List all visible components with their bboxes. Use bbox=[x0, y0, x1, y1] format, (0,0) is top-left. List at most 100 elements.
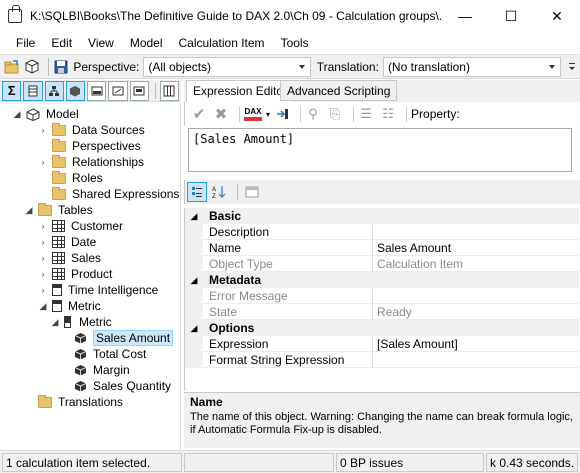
table-icon bbox=[52, 268, 65, 280]
tree-item-customer[interactable]: › Customer bbox=[38, 218, 124, 234]
maximize-button[interactable]: ☐ bbox=[488, 0, 534, 32]
collapsed-arrow-icon[interactable]: › bbox=[38, 269, 48, 279]
tree-item-sales-amount[interactable]: Sales Amount bbox=[74, 330, 174, 346]
property-format-string[interactable]: Format String Expression bbox=[185, 352, 579, 368]
chevron-down-icon[interactable]: ▾ bbox=[266, 110, 270, 119]
expanded-arrow-icon[interactable]: ◢ bbox=[50, 317, 60, 327]
minimize-button[interactable]: — bbox=[442, 0, 488, 32]
description-title: Name bbox=[190, 395, 223, 409]
menu-view[interactable]: View bbox=[80, 36, 122, 50]
tree-item-total-cost[interactable]: Total Cost bbox=[74, 346, 146, 362]
expanded-arrow-icon[interactable]: ◢ bbox=[38, 301, 48, 311]
goto-arrow-icon[interactable] bbox=[274, 106, 290, 122]
tab-label: Advanced Scripting bbox=[287, 83, 391, 98]
property-state[interactable]: State Ready bbox=[185, 304, 579, 320]
property-value[interactable]: Sales Amount bbox=[373, 240, 579, 256]
collapsed-arrow-icon[interactable]: › bbox=[38, 221, 48, 231]
close-button[interactable]: ✕ bbox=[534, 0, 580, 32]
tree-item-translations[interactable]: Translations bbox=[38, 394, 123, 410]
status-bp-issues[interactable]: 0 BP issues bbox=[336, 453, 484, 472]
perspective-dropdown[interactable]: (All objects) bbox=[143, 56, 311, 77]
category-label: Metadata bbox=[209, 273, 262, 287]
menu-tools[interactable]: Tools bbox=[273, 36, 317, 50]
save-icon[interactable] bbox=[53, 58, 69, 76]
tree-item-perspectives[interactable]: Perspectives bbox=[52, 138, 141, 154]
replace-icon[interactable]: ⎘ bbox=[327, 106, 343, 122]
show-measures-icon[interactable]: Σ bbox=[2, 80, 22, 101]
tree-item-product[interactable]: › Product bbox=[38, 266, 113, 282]
tree-item-sales[interactable]: › Sales bbox=[38, 250, 102, 266]
tree-item-shared-expressions[interactable]: Shared Expressions bbox=[52, 186, 179, 202]
dax-formatter-button[interactable]: DAX bbox=[244, 107, 262, 121]
tree-item-data-sources[interactable]: › Data Sources bbox=[38, 122, 145, 138]
expression-toolbar: ✔ ✖ DAX ▾ ⚲ ⎘ ☰ ☷ Property: bbox=[184, 102, 580, 126]
collapsed-arrow-icon[interactable]: › bbox=[38, 237, 48, 247]
property-error-message[interactable]: Error Message bbox=[185, 288, 579, 304]
tree-item-model[interactable]: ◢ Model bbox=[12, 106, 79, 122]
main-toolbar: Perspective: (All objects) Translation: … bbox=[0, 54, 580, 79]
columns-view-icon[interactable] bbox=[159, 80, 179, 101]
property-value[interactable]: [Sales Amount] bbox=[373, 336, 579, 352]
show-hidden-icon[interactable] bbox=[87, 80, 107, 101]
collapsed-arrow-icon[interactable]: › bbox=[38, 157, 48, 167]
accept-check-icon[interactable]: ✔ bbox=[191, 106, 207, 123]
menu-file[interactable]: File bbox=[8, 36, 43, 50]
property-pages-icon[interactable] bbox=[242, 182, 262, 202]
category-metadata[interactable]: ◢ Metadata bbox=[185, 272, 579, 288]
collapsed-arrow-icon[interactable]: › bbox=[38, 125, 48, 135]
expression-editor[interactable]: [Sales Amount] bbox=[188, 128, 572, 172]
property-value[interactable] bbox=[373, 352, 579, 368]
expanded-arrow-icon[interactable]: ◢ bbox=[24, 205, 34, 215]
property-value[interactable] bbox=[373, 224, 579, 240]
show-display-folders-icon[interactable] bbox=[108, 80, 128, 101]
tree-item-date[interactable]: › Date bbox=[38, 234, 97, 250]
sort-alphabetical-icon[interactable]: AZ bbox=[209, 182, 229, 202]
find-icon[interactable]: ⚲ bbox=[305, 106, 321, 122]
menu-calculation-item[interactable]: Calculation Item bbox=[171, 36, 273, 50]
collapsed-arrow-icon[interactable]: › bbox=[38, 285, 48, 295]
separator bbox=[300, 106, 302, 122]
tab-expression-editor[interactable]: Expression Editor bbox=[186, 80, 295, 102]
tab-advanced-scripting[interactable]: Advanced Scripting bbox=[280, 80, 398, 101]
tree-item-tables[interactable]: ◢ Tables bbox=[24, 202, 93, 218]
property-expression[interactable]: Expression [Sales Amount] bbox=[185, 336, 579, 352]
expanded-arrow-icon[interactable]: ◢ bbox=[12, 109, 22, 119]
show-partitions-icon[interactable] bbox=[65, 80, 85, 101]
filter-icon[interactable] bbox=[129, 80, 149, 101]
category-basic[interactable]: ◢ Basic bbox=[185, 208, 579, 224]
property-name: Format String Expression bbox=[203, 352, 373, 368]
uncomment-icon[interactable]: ☷ bbox=[380, 106, 396, 122]
property-object-type[interactable]: Object Type Calculation Item bbox=[185, 256, 579, 272]
tree-label: Shared Expressions bbox=[72, 187, 180, 201]
cancel-x-icon[interactable]: ✖ bbox=[213, 106, 229, 123]
connect-model-icon[interactable] bbox=[24, 58, 40, 76]
category-options[interactable]: ◢ Options bbox=[185, 320, 579, 336]
property-value: Ready bbox=[373, 304, 579, 320]
category-label: Options bbox=[209, 321, 255, 335]
tree-item-roles[interactable]: Roles bbox=[52, 170, 103, 186]
menu-model[interactable]: Model bbox=[122, 36, 171, 50]
tree-item-sales-quantity[interactable]: Sales Quantity bbox=[74, 378, 171, 394]
show-hierarchies-icon[interactable] bbox=[44, 80, 64, 101]
tree-item-metric-table[interactable]: ◢ Metric bbox=[38, 298, 101, 314]
collapse-arrow-icon[interactable]: ◢ bbox=[185, 208, 203, 224]
comment-icon[interactable]: ☰ bbox=[358, 106, 374, 122]
menu-edit[interactable]: Edit bbox=[43, 36, 80, 50]
show-columns-icon[interactable] bbox=[23, 80, 43, 101]
tree-item-time-intelligence[interactable]: › Time Intelligence bbox=[38, 282, 159, 298]
property-description[interactable]: Description bbox=[185, 224, 579, 240]
collapse-arrow-icon[interactable]: ◢ bbox=[185, 272, 203, 288]
collapsed-arrow-icon[interactable]: › bbox=[38, 253, 48, 263]
tree-label: Translations bbox=[58, 395, 123, 409]
collapse-arrow-icon[interactable]: ◢ bbox=[185, 320, 203, 336]
translation-dropdown[interactable]: (No translation) bbox=[382, 56, 562, 77]
status-bar: 1 calculation item selected. 0 BP issues… bbox=[0, 450, 580, 473]
tree-item-margin[interactable]: Margin bbox=[74, 362, 130, 378]
model-icon bbox=[26, 107, 40, 121]
toolbar-overflow-icon[interactable] bbox=[567, 58, 576, 76]
categorized-view-icon[interactable] bbox=[187, 182, 207, 202]
open-folder-icon[interactable] bbox=[4, 58, 20, 76]
tree-item-metric-column[interactable]: ◢ Metric bbox=[50, 314, 112, 330]
tree-item-relationships[interactable]: › Relationships bbox=[38, 154, 144, 170]
property-name-row[interactable]: Name Sales Amount bbox=[185, 240, 579, 256]
